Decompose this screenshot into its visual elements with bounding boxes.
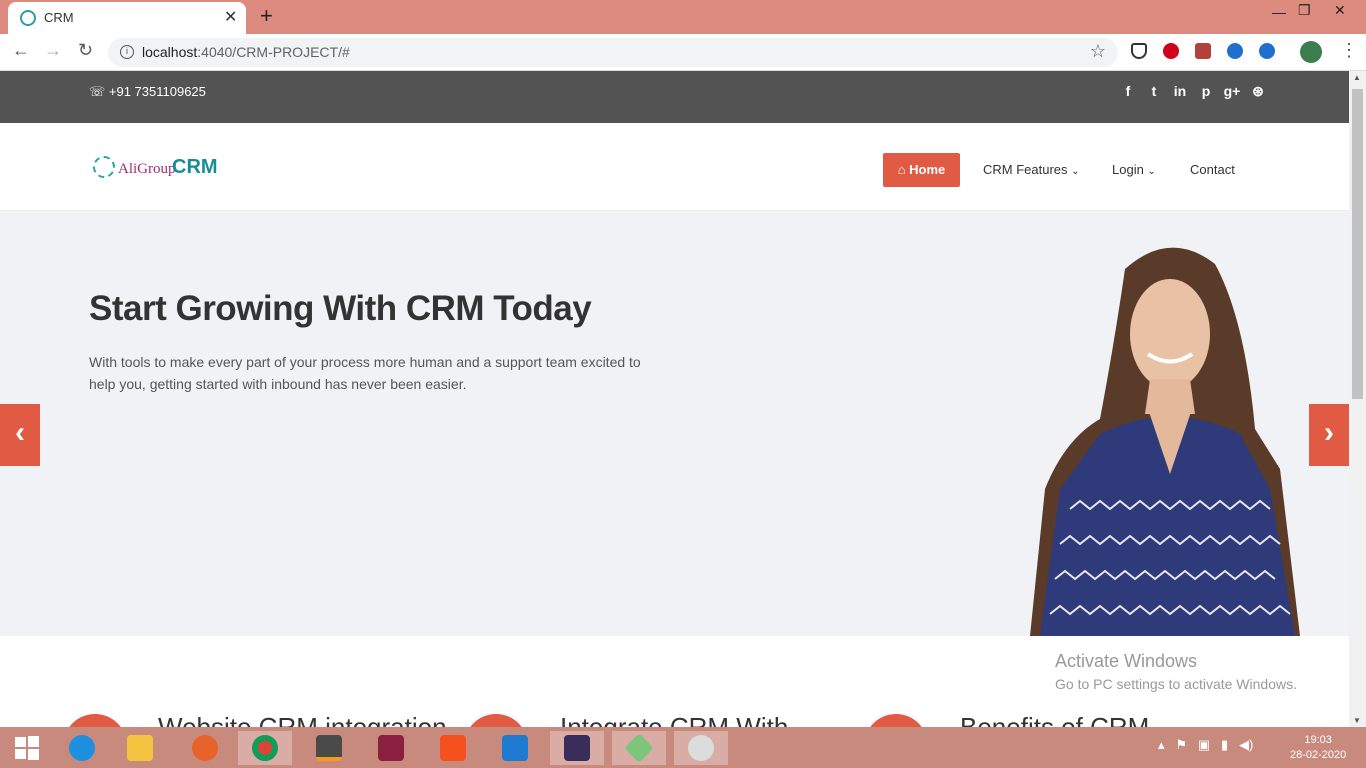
nav-contact[interactable]: Contact [1190, 162, 1235, 177]
scroll-up-icon[interactable]: ▲ [1353, 73, 1361, 82]
facebook-icon[interactable]: f [1115, 83, 1141, 99]
start-button[interactable] [0, 731, 54, 765]
site-info-icon[interactable]: i [120, 45, 134, 59]
profile-avatar[interactable] [1300, 41, 1322, 63]
nav-home-button[interactable]: ⌂ Home [883, 153, 960, 187]
address-bar[interactable]: i localhost:4040/CRM-PROJECT/# ☆ [108, 38, 1118, 67]
feature-title: Benefits of CRM [960, 712, 1150, 727]
pinterest-icon[interactable]: p [1193, 83, 1219, 99]
brave-icon[interactable] [426, 731, 480, 765]
back-button[interactable]: ← [12, 40, 30, 61]
home-icon: ⌂ [897, 162, 906, 177]
site-top-bar: ☏ +91 7351109625 f t in p g+ ⊛ [0, 71, 1349, 123]
feature-icon [464, 714, 528, 727]
search-extension-icon[interactable] [1227, 43, 1243, 59]
hero-person-image [1030, 247, 1300, 636]
slider-next-button[interactable]: › [1309, 404, 1349, 466]
firefox-icon[interactable] [178, 731, 232, 765]
site-header: AliGroup CRM ⌂ Home CRM Features ⌄ Login… [0, 123, 1349, 211]
windows-logo-icon [15, 736, 39, 760]
app-icon[interactable] [612, 731, 666, 765]
new-tab-button[interactable]: + [260, 3, 273, 29]
chrome-icon[interactable] [238, 731, 292, 765]
web-page: ☏ +91 7351109625 f t in p g+ ⊛ AliGroup CRM ⌂… [0, 71, 1349, 727]
phone-number: ☏ +91 7351109625 [89, 84, 206, 99]
phone-icon: ☏ [89, 84, 106, 99]
sublime-text-icon[interactable] [302, 731, 356, 765]
reload-button[interactable]: ↻ [78, 40, 93, 61]
shield-extension-icon[interactable] [1131, 43, 1147, 59]
social-links: f t in p g+ ⊛ [1115, 83, 1271, 100]
bookmark-star-icon[interactable]: ☆ [1090, 41, 1106, 62]
page-scrollbar[interactable]: ▲ ▼ [1349, 71, 1366, 727]
address-url: localhost:4040/CRM-PROJECT/# [142, 44, 350, 60]
file-explorer-icon[interactable] [113, 731, 167, 765]
nav-login[interactable]: Login ⌄ [1112, 162, 1156, 177]
red-extension-icon[interactable] [1163, 43, 1179, 59]
hero-title: Start Growing With CRM Today [89, 289, 592, 328]
internet-explorer-icon[interactable] [55, 731, 109, 765]
close-window-button[interactable]: ✕ [1334, 2, 1346, 19]
browser-menu-icon[interactable]: ⋮ [1340, 40, 1358, 61]
feature-icon [864, 714, 928, 727]
feature-title: Website CRM integration [158, 712, 447, 727]
twitter-icon[interactable]: t [1141, 83, 1167, 99]
crm-favicon-icon [20, 10, 36, 26]
vscode-icon[interactable] [488, 731, 542, 765]
taskbar-clock[interactable]: 19:03 28-02-2020 [1290, 733, 1346, 763]
browser-toolbar: ← → ↻ i localhost:4040/CRM-PROJECT/# ☆ ⋮ [0, 34, 1366, 71]
tab-title: CRM [44, 10, 74, 25]
chevron-down-icon: ⌄ [1147, 166, 1156, 177]
hero-description: With tools to make every part of your pr… [89, 354, 641, 392]
activate-windows-text: Go to PC settings to activate Windows. [1055, 676, 1297, 692]
google-plus-icon[interactable]: g+ [1219, 83, 1245, 99]
restore-window-button[interactable]: ❐ [1298, 2, 1311, 19]
winrar-icon[interactable] [364, 731, 418, 765]
dribbble-icon[interactable]: ⊛ [1245, 83, 1271, 100]
slider-prev-button[interactable]: ‹ [0, 404, 40, 466]
scroll-down-icon[interactable]: ▼ [1353, 716, 1361, 725]
linkedin-icon[interactable]: in [1167, 83, 1193, 99]
feature-icon [63, 714, 127, 727]
logo-mark-icon [93, 156, 115, 178]
browser-tab[interactable]: CRM ✕ [8, 2, 246, 34]
pdf-extension-icon[interactable] [1195, 43, 1211, 59]
system-tray[interactable]: ▴ ⚑ ▣ ▮ ◀) [1158, 737, 1253, 753]
activate-windows-heading: Activate Windows [1055, 651, 1198, 671]
hero-slider: Start Growing With CRM Today With tools … [0, 211, 1349, 636]
close-tab-icon[interactable]: ✕ [224, 7, 237, 27]
minimize-window-button[interactable]: — [1272, 4, 1286, 20]
nav-crm-features[interactable]: CRM Features ⌄ [983, 162, 1080, 177]
feature-title: Integrate CRM With [560, 712, 789, 727]
paint-icon[interactable] [674, 731, 728, 765]
scrollbar-thumb[interactable] [1352, 89, 1363, 399]
eclipse-icon[interactable] [550, 731, 604, 765]
forward-button[interactable]: → [44, 40, 62, 61]
chevron-down-icon: ⌄ [1071, 166, 1080, 177]
windows-taskbar: ▴ ⚑ ▣ ▮ ◀) 19:03 28-02-2020 [0, 727, 1366, 768]
search-extension-2-icon[interactable] [1259, 43, 1275, 59]
browser-tab-bar: CRM ✕ + — ❐ ✕ [0, 0, 1366, 34]
